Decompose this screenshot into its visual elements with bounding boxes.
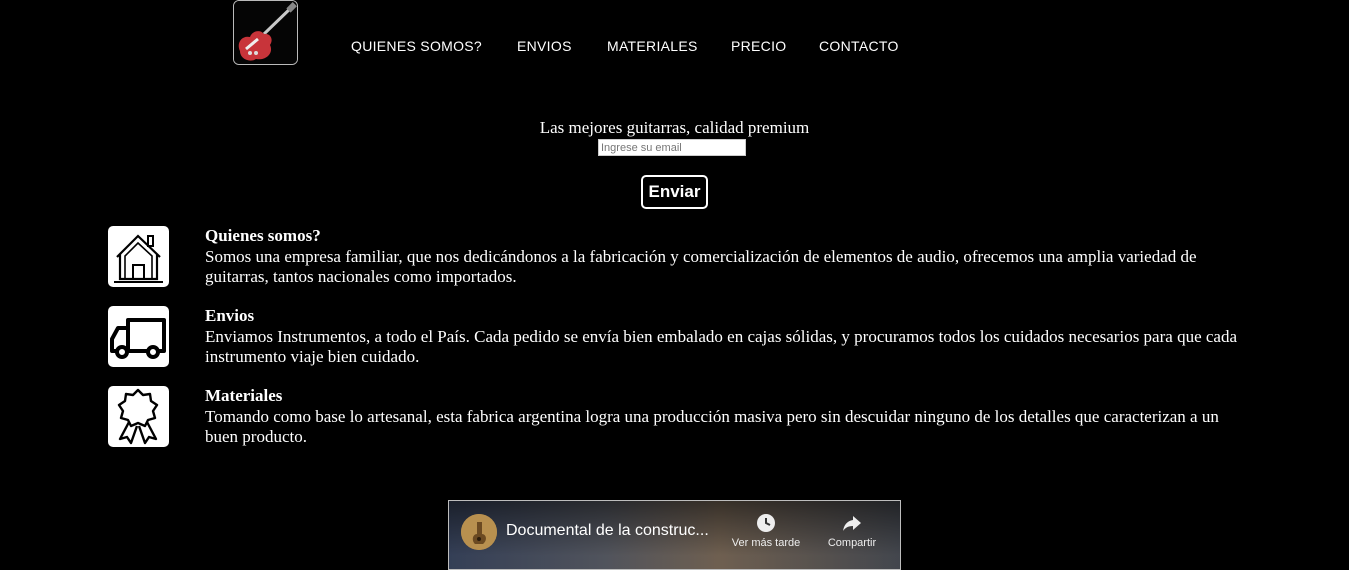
feature-description: Enviamos Instrumentos, a todo el País. C…	[205, 326, 1237, 367]
send-button[interactable]: Enviar	[641, 175, 708, 209]
house-icon	[108, 226, 169, 287]
award-ribbon-icon	[108, 386, 169, 447]
watch-later-button[interactable]: Ver más tarde	[731, 513, 801, 549]
channel-avatar[interactable]	[461, 514, 497, 550]
nav-quienes-somos[interactable]: QUIENES SOMOS?	[351, 38, 482, 54]
nav-precio[interactable]: PRECIO	[731, 38, 786, 54]
truck-icon	[108, 306, 169, 367]
feature-text: Envios Enviamos Instrumentos, a todo el …	[205, 306, 1245, 368]
nav-envios[interactable]: ENVIOS	[517, 38, 572, 54]
nav-materiales[interactable]: MATERIALES	[607, 38, 698, 54]
nav-contacto[interactable]: CONTACTO	[819, 38, 899, 54]
share-icon	[843, 516, 861, 531]
electric-guitar-icon	[234, 1, 297, 64]
feature-description: Tomando como base lo artesanal, esta fab…	[205, 406, 1219, 447]
feature-title: Materiales	[205, 386, 283, 405]
clock-icon	[757, 514, 775, 532]
feature-description: Somos una empresa familiar, que nos dedi…	[205, 246, 1197, 287]
feature-title: Envios	[205, 306, 255, 325]
video-title[interactable]: Documental de la construc...	[506, 522, 709, 540]
share-label: Compartir	[827, 537, 877, 549]
share-button[interactable]: Compartir	[817, 513, 887, 549]
watch-later-label: Ver más tarde	[731, 537, 801, 549]
video-embed[interactable]: Documental de la construc... Ver más tar…	[448, 500, 901, 570]
tagline: Las mejores guitarras, calidad premium	[539, 118, 810, 137]
email-input[interactable]	[598, 139, 746, 156]
feature-text: Quienes somos? Somos una empresa familia…	[205, 226, 1245, 288]
logo[interactable]	[233, 0, 298, 65]
feature-text: Materiales Tomando como base lo artesana…	[205, 386, 1245, 448]
feature-title: Quienes somos?	[205, 226, 321, 245]
